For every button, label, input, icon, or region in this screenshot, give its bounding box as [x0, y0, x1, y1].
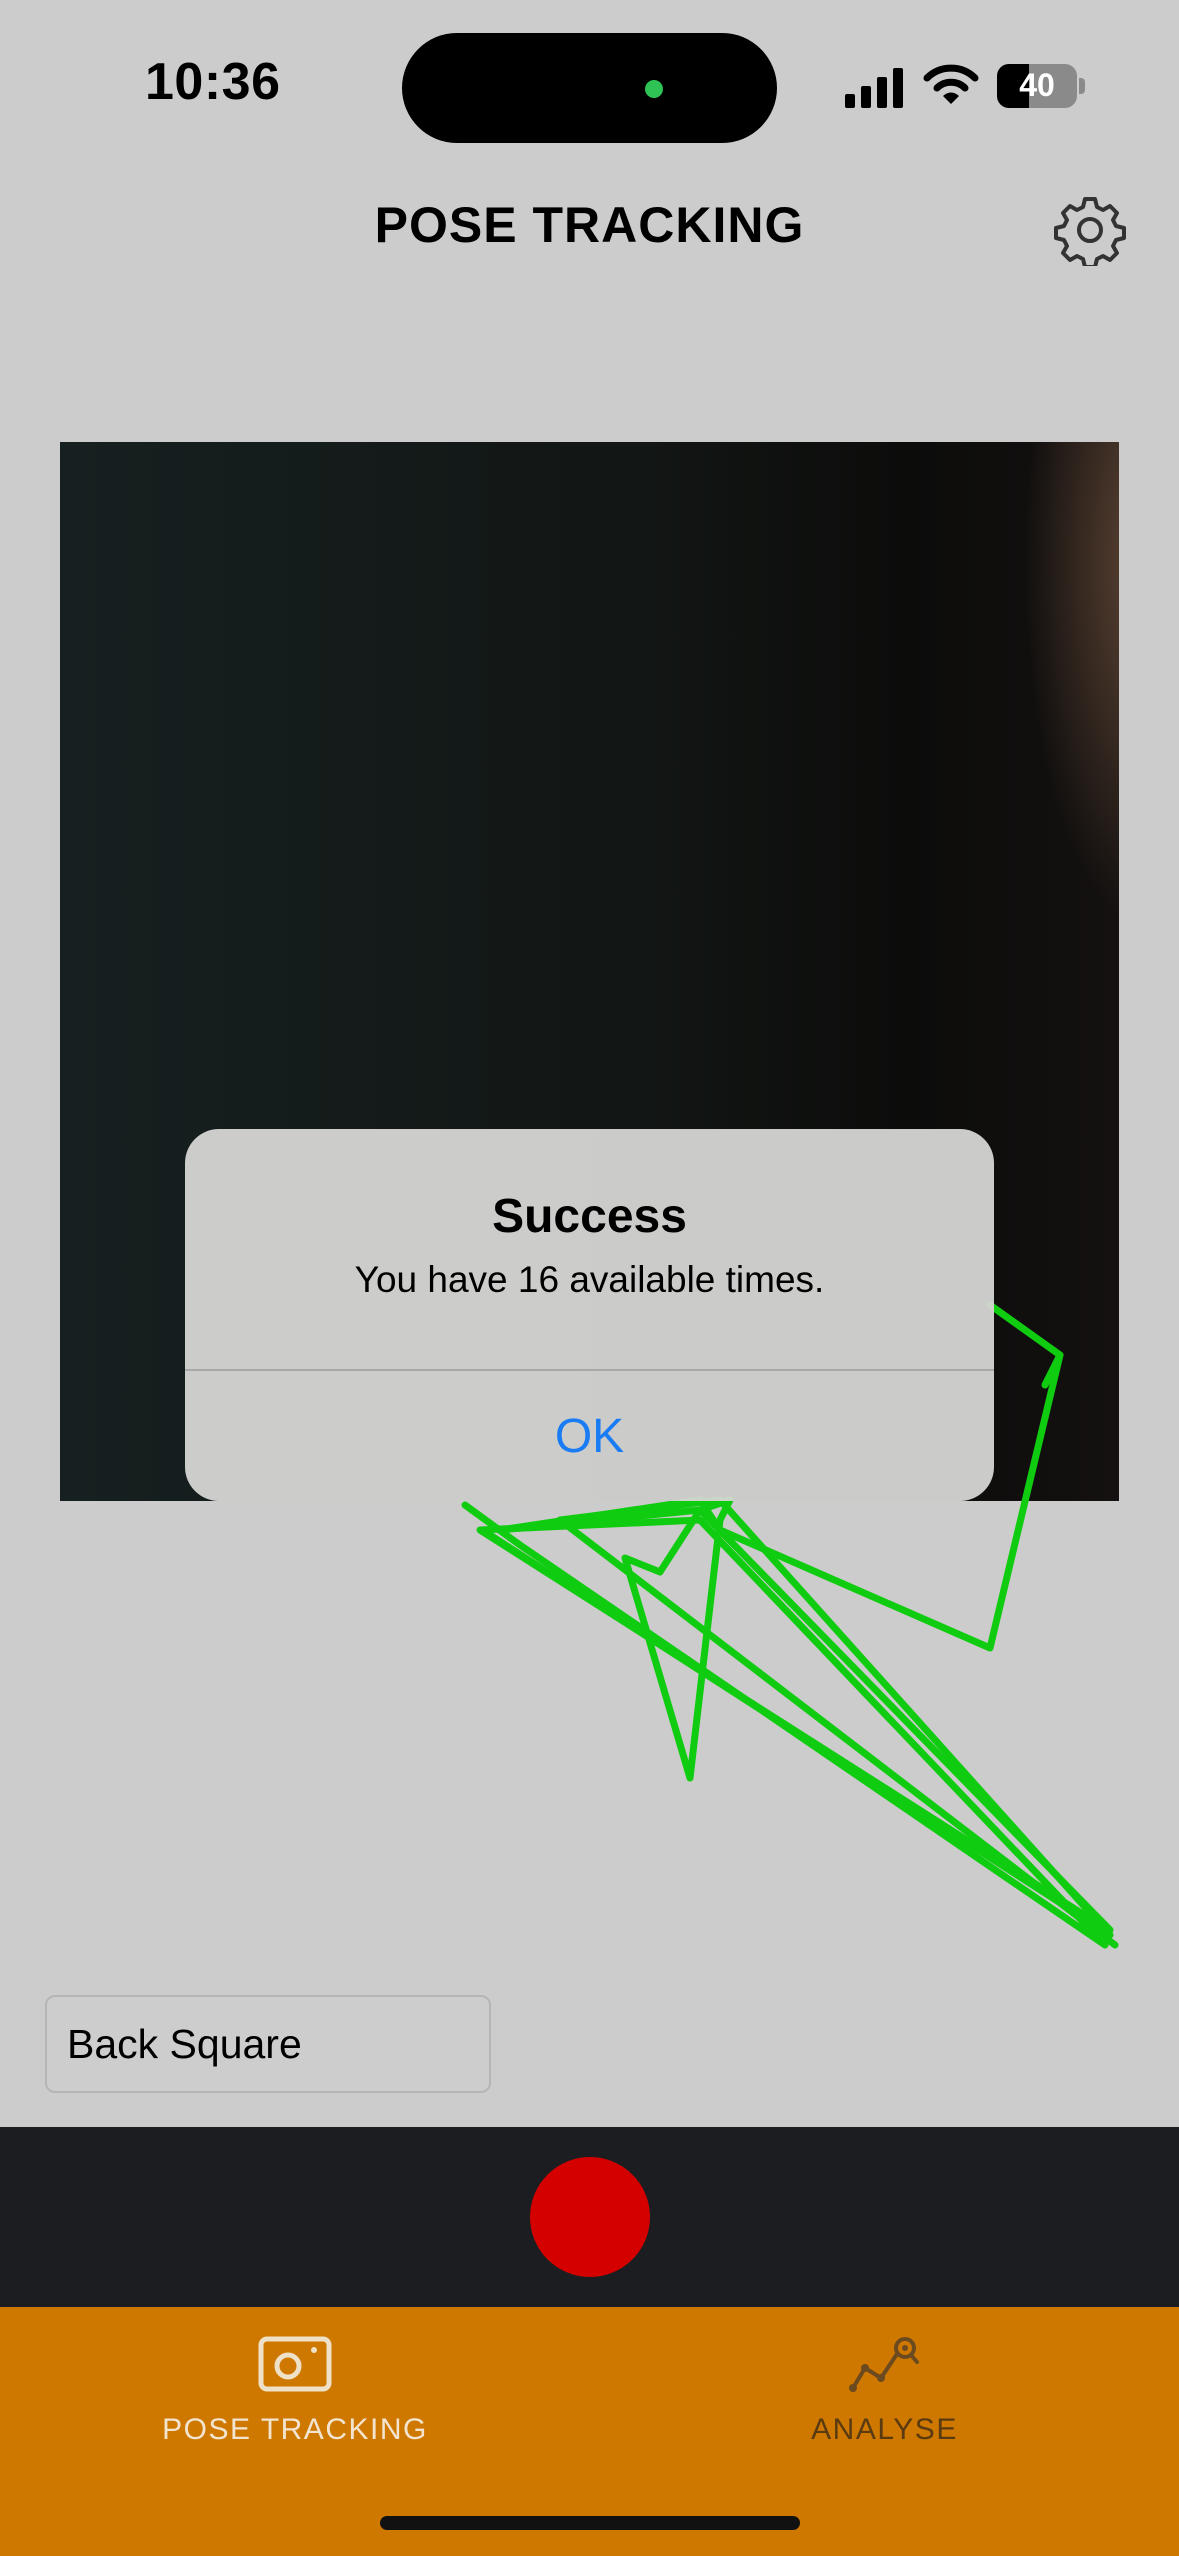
battery-icon: 40 — [997, 64, 1077, 108]
dynamic-island — [402, 33, 777, 143]
record-button[interactable] — [530, 2157, 650, 2277]
battery-percentage: 40 — [1019, 67, 1055, 103]
exercise-select[interactable]: Back Square — [45, 1995, 491, 2093]
gear-icon — [1054, 197, 1126, 266]
ok-button[interactable]: OK — [185, 1371, 994, 1501]
tab-analyse[interactable]: ANALYSE — [590, 2307, 1179, 2497]
cellular-signal-icon — [845, 68, 903, 108]
battery-cap — [1079, 78, 1085, 94]
camera-indicator-dot — [645, 80, 663, 98]
tab-pose-tracking[interactable]: POSE TRACKING — [0, 2307, 590, 2497]
tab-analyse-label: ANALYSE — [811, 2413, 958, 2446]
tab-pose-tracking-label: POSE TRACKING — [162, 2413, 428, 2446]
status-time: 10:36 — [145, 53, 281, 111]
home-indicator[interactable] — [380, 2516, 800, 2530]
alert-dialog: Success You have 16 available times. OK — [185, 1129, 994, 1501]
analytics-icon — [848, 2337, 919, 2392]
wifi-icon — [923, 64, 979, 104]
alert-message: You have 16 available times. — [354, 1259, 825, 1300]
settings-button[interactable] — [1050, 190, 1130, 270]
alert-title: Success — [492, 1190, 687, 1243]
page-title: POSE TRACKING — [374, 197, 805, 253]
camera-icon — [258, 2336, 332, 2392]
